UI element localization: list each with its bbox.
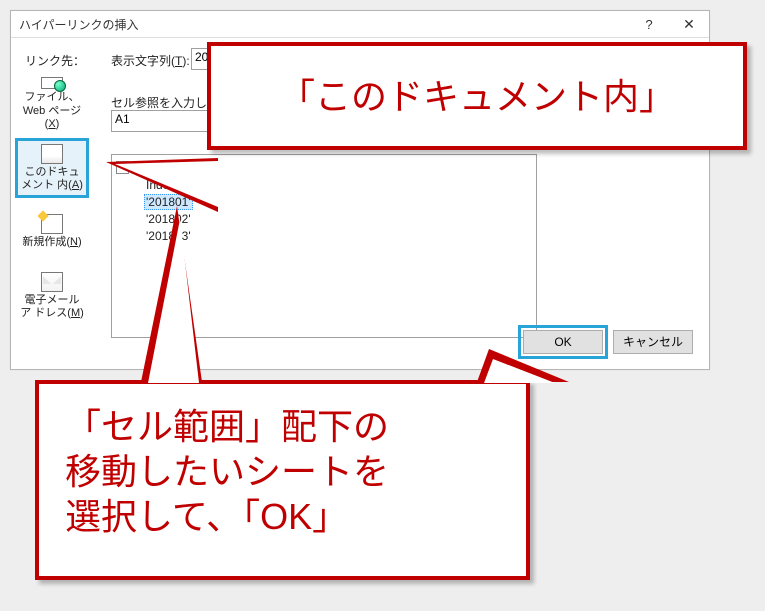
callout-pointer-icon <box>477 349 569 382</box>
display-text-label: 表示文字列(T): <box>111 52 190 69</box>
titlebar-buttons: ? ✕ <box>629 11 709 37</box>
nav-item-label: このドキュメント 内(A) <box>20 166 84 192</box>
annotation-callout-2: 「セル範囲」配下の 移動したいシートを 選択して、「OK」 <box>35 380 530 580</box>
link-to-nav-item-3[interactable]: 電子メール ア ドレス(M) <box>15 266 89 326</box>
callout-pointer-icon <box>106 158 218 212</box>
annotation-text-1: 「このドキュメント内」 <box>279 74 675 119</box>
titlebar: ハイパーリンクの挿入 ? ✕ <box>11 11 709 38</box>
nav-item-label: 電子メール ア ドレス(M) <box>18 294 86 320</box>
help-button[interactable]: ? <box>629 11 669 37</box>
nav-item-label: ファイル、Web ページ(X) <box>18 91 86 131</box>
dialog-title: ハイパーリンクの挿入 <box>19 16 629 33</box>
mail-icon <box>41 272 63 292</box>
link-to-nav-item-1[interactable]: このドキュメント 内(A) <box>15 138 89 198</box>
nav-item-label: 新規作成(N) <box>22 236 81 249</box>
new-icon <box>41 214 63 234</box>
link-to-nav-item-2[interactable]: 新規作成(N) <box>15 202 89 262</box>
close-button[interactable]: ✕ <box>669 11 709 37</box>
globe-icon <box>41 77 63 89</box>
link-to-label: リンク先： <box>25 52 85 69</box>
annotation-callout-1: 「このドキュメント内」 <box>207 42 747 150</box>
annotation-text-2: 「セル範囲」配下の 移動したいシートを 選択して、「OK」 <box>65 404 500 539</box>
cancel-button[interactable]: キャンセル <box>613 330 693 354</box>
link-to-nav-item-0[interactable]: ファイル、Web ページ(X) <box>15 74 89 134</box>
link-to-nav: ファイル、Web ページ(X) このドキュメント 内(A) 新規作成(N) 電子メール… <box>15 74 89 326</box>
doc-icon <box>41 144 63 164</box>
callout-pointer-icon <box>141 206 202 382</box>
